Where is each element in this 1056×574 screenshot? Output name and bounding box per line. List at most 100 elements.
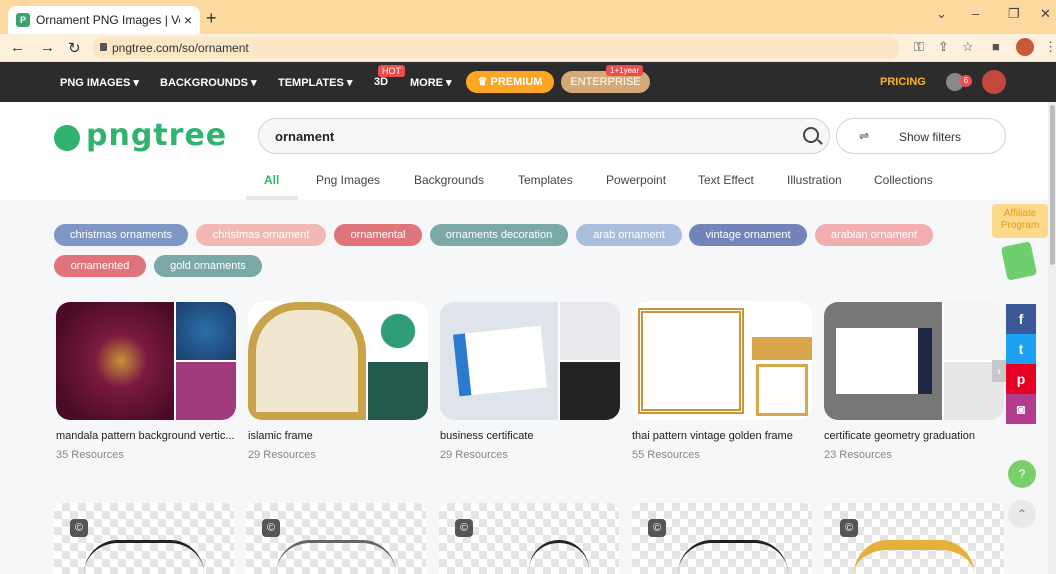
money-icon[interactable]	[1000, 241, 1038, 281]
side-panel-icon[interactable]: ■	[992, 39, 1000, 54]
related-chip[interactable]: gold ornaments	[154, 255, 262, 277]
collection-title[interactable]: business certificate	[440, 430, 534, 442]
pngtree-favicon-icon: P	[16, 13, 30, 27]
collection-card[interactable]	[248, 302, 428, 420]
facebook-icon[interactable]: f	[1006, 304, 1036, 334]
menu-kebab-icon[interactable]: ⋮	[1044, 39, 1056, 55]
pinterest-icon[interactable]: p	[1006, 364, 1036, 394]
collection-count: 23 Resources	[824, 449, 892, 461]
active-tab-indicator	[246, 196, 298, 200]
related-chip[interactable]: ornamented	[54, 255, 146, 277]
copyright-icon: ©	[70, 519, 88, 537]
collection-card[interactable]	[824, 302, 1004, 420]
nav-3d[interactable]: 3D	[374, 76, 388, 88]
key-icon[interactable]: ⚿	[914, 39, 924, 55]
collection-count: 29 Resources	[248, 449, 316, 461]
related-chip[interactable]: christmas ornaments	[54, 224, 188, 246]
filter-sliders-icon: ⇌	[859, 129, 870, 143]
related-chip[interactable]: christmas ornament	[196, 224, 326, 246]
related-chip[interactable]: vintage ornament	[689, 224, 807, 246]
minimize-icon[interactable]: –	[972, 6, 979, 21]
tab-title: Ornament PNG Images | Vector a	[36, 13, 180, 27]
reload-icon[interactable]: ↻	[68, 39, 81, 57]
certificate-image	[453, 325, 547, 397]
png-result-tile[interactable]: ©	[246, 503, 426, 574]
scrollbar-thumb[interactable]	[1050, 105, 1055, 265]
collection-image	[944, 302, 1004, 360]
related-chip[interactable]: ornamental	[334, 224, 422, 246]
tab-illustration[interactable]: Illustration	[787, 173, 842, 187]
copyright-icon: ©	[648, 519, 666, 537]
collection-image	[176, 302, 236, 360]
collection-card[interactable]	[56, 302, 236, 420]
search-icon[interactable]	[803, 127, 819, 143]
collection-count: 35 Resources	[56, 449, 124, 461]
lock-icon	[100, 43, 107, 51]
search-query: ornament	[275, 129, 335, 144]
back-icon[interactable]: ←	[10, 39, 25, 56]
notification-count-badge: 6	[960, 75, 972, 87]
window-close-icon[interactable]: ✕	[1040, 6, 1051, 22]
premium-button[interactable]: ♛ PREMIUM	[466, 71, 554, 93]
png-result-tile[interactable]: ©	[632, 503, 812, 574]
restore-icon[interactable]: ❐	[1008, 6, 1020, 22]
affiliate-program-badge[interactable]: Affiliate Program	[992, 204, 1048, 238]
tab-png-images[interactable]: Png Images	[316, 173, 380, 187]
related-chip[interactable]: arab ornament	[576, 224, 682, 246]
share-icon[interactable]: ⇪	[938, 39, 949, 55]
help-chat-icon[interactable]: ?	[1008, 460, 1036, 488]
collection-title[interactable]: certificate geometry graduation	[824, 430, 975, 442]
collection-title[interactable]: mandala pattern background vertic...	[56, 430, 235, 442]
png-result-tile[interactable]: ©	[54, 503, 234, 574]
collection-card[interactable]	[632, 302, 812, 420]
bookmark-star-icon[interactable]: ☆	[962, 39, 974, 55]
certificate-image	[836, 328, 932, 394]
search-input[interactable]: ornament	[258, 118, 830, 154]
collection-image	[368, 362, 428, 420]
tab-templates[interactable]: Templates	[518, 173, 573, 187]
close-tab-icon[interactable]: ×	[184, 12, 192, 28]
enterprise-offer-badge: 1+1year	[606, 65, 644, 76]
png-result-tile[interactable]: ©	[439, 503, 619, 574]
related-chip[interactable]: ornaments decoration	[430, 224, 568, 246]
url-input[interactable]: pngtree.com/so/ornament	[92, 37, 900, 59]
site-logo[interactable]: pngtree	[86, 118, 227, 153]
collection-image	[756, 364, 808, 416]
browser-tab[interactable]: P Ornament PNG Images | Vector a ×	[8, 6, 200, 34]
forward-icon[interactable]: →	[40, 39, 55, 56]
show-filters-label: Show filters	[899, 130, 962, 144]
tab-search-icon[interactable]: ⌄	[936, 6, 947, 22]
nav-templates[interactable]: TEMPLATES ▾	[278, 76, 352, 89]
back-to-top-icon[interactable]: ⌃	[1008, 500, 1036, 528]
collection-title[interactable]: islamic frame	[248, 430, 313, 442]
collection-image	[56, 302, 174, 420]
collection-card[interactable]	[440, 302, 620, 420]
address-bar: ← → ↻ pngtree.com/so/ornament ⚿ ⇪ ☆ ■ ⋮	[0, 34, 1056, 62]
tab-powerpoint[interactable]: Powerpoint	[606, 173, 666, 187]
nav-more[interactable]: MORE ▾	[410, 76, 452, 89]
instagram-icon[interactable]: ◙	[1006, 394, 1036, 424]
tab-all[interactable]: All	[264, 173, 279, 187]
png-result-tile[interactable]: ©	[824, 503, 1004, 574]
twitter-icon[interactable]: t	[1006, 334, 1036, 364]
ornament-image	[276, 540, 396, 574]
browser-profile-avatar[interactable]	[1016, 38, 1034, 56]
tab-backgrounds[interactable]: Backgrounds	[414, 173, 484, 187]
nav-png-images[interactable]: PNG IMAGES ▾	[60, 76, 139, 89]
new-tab-button[interactable]: +	[206, 8, 217, 29]
pngtree-logo-icon[interactable]	[54, 125, 80, 151]
collection-image	[638, 308, 744, 414]
tab-collections[interactable]: Collections	[874, 173, 933, 187]
collection-image	[176, 362, 236, 420]
collection-image	[560, 362, 620, 420]
url-text: pngtree.com/so/ornament	[112, 41, 249, 55]
tab-text-effect[interactable]: Text Effect	[698, 173, 754, 187]
related-chip[interactable]: arabian ornament	[815, 224, 933, 246]
collection-title[interactable]: thai pattern vintage golden frame	[632, 430, 793, 442]
carousel-next-icon[interactable]: ›	[992, 360, 1006, 382]
show-filters-button[interactable]: ⇌ Show filters	[836, 118, 1006, 154]
pricing-link[interactable]: PRICING	[880, 76, 926, 88]
user-avatar[interactable]	[982, 70, 1006, 94]
nav-backgrounds[interactable]: BACKGROUNDS ▾	[160, 76, 257, 89]
ornament-image	[84, 540, 204, 574]
